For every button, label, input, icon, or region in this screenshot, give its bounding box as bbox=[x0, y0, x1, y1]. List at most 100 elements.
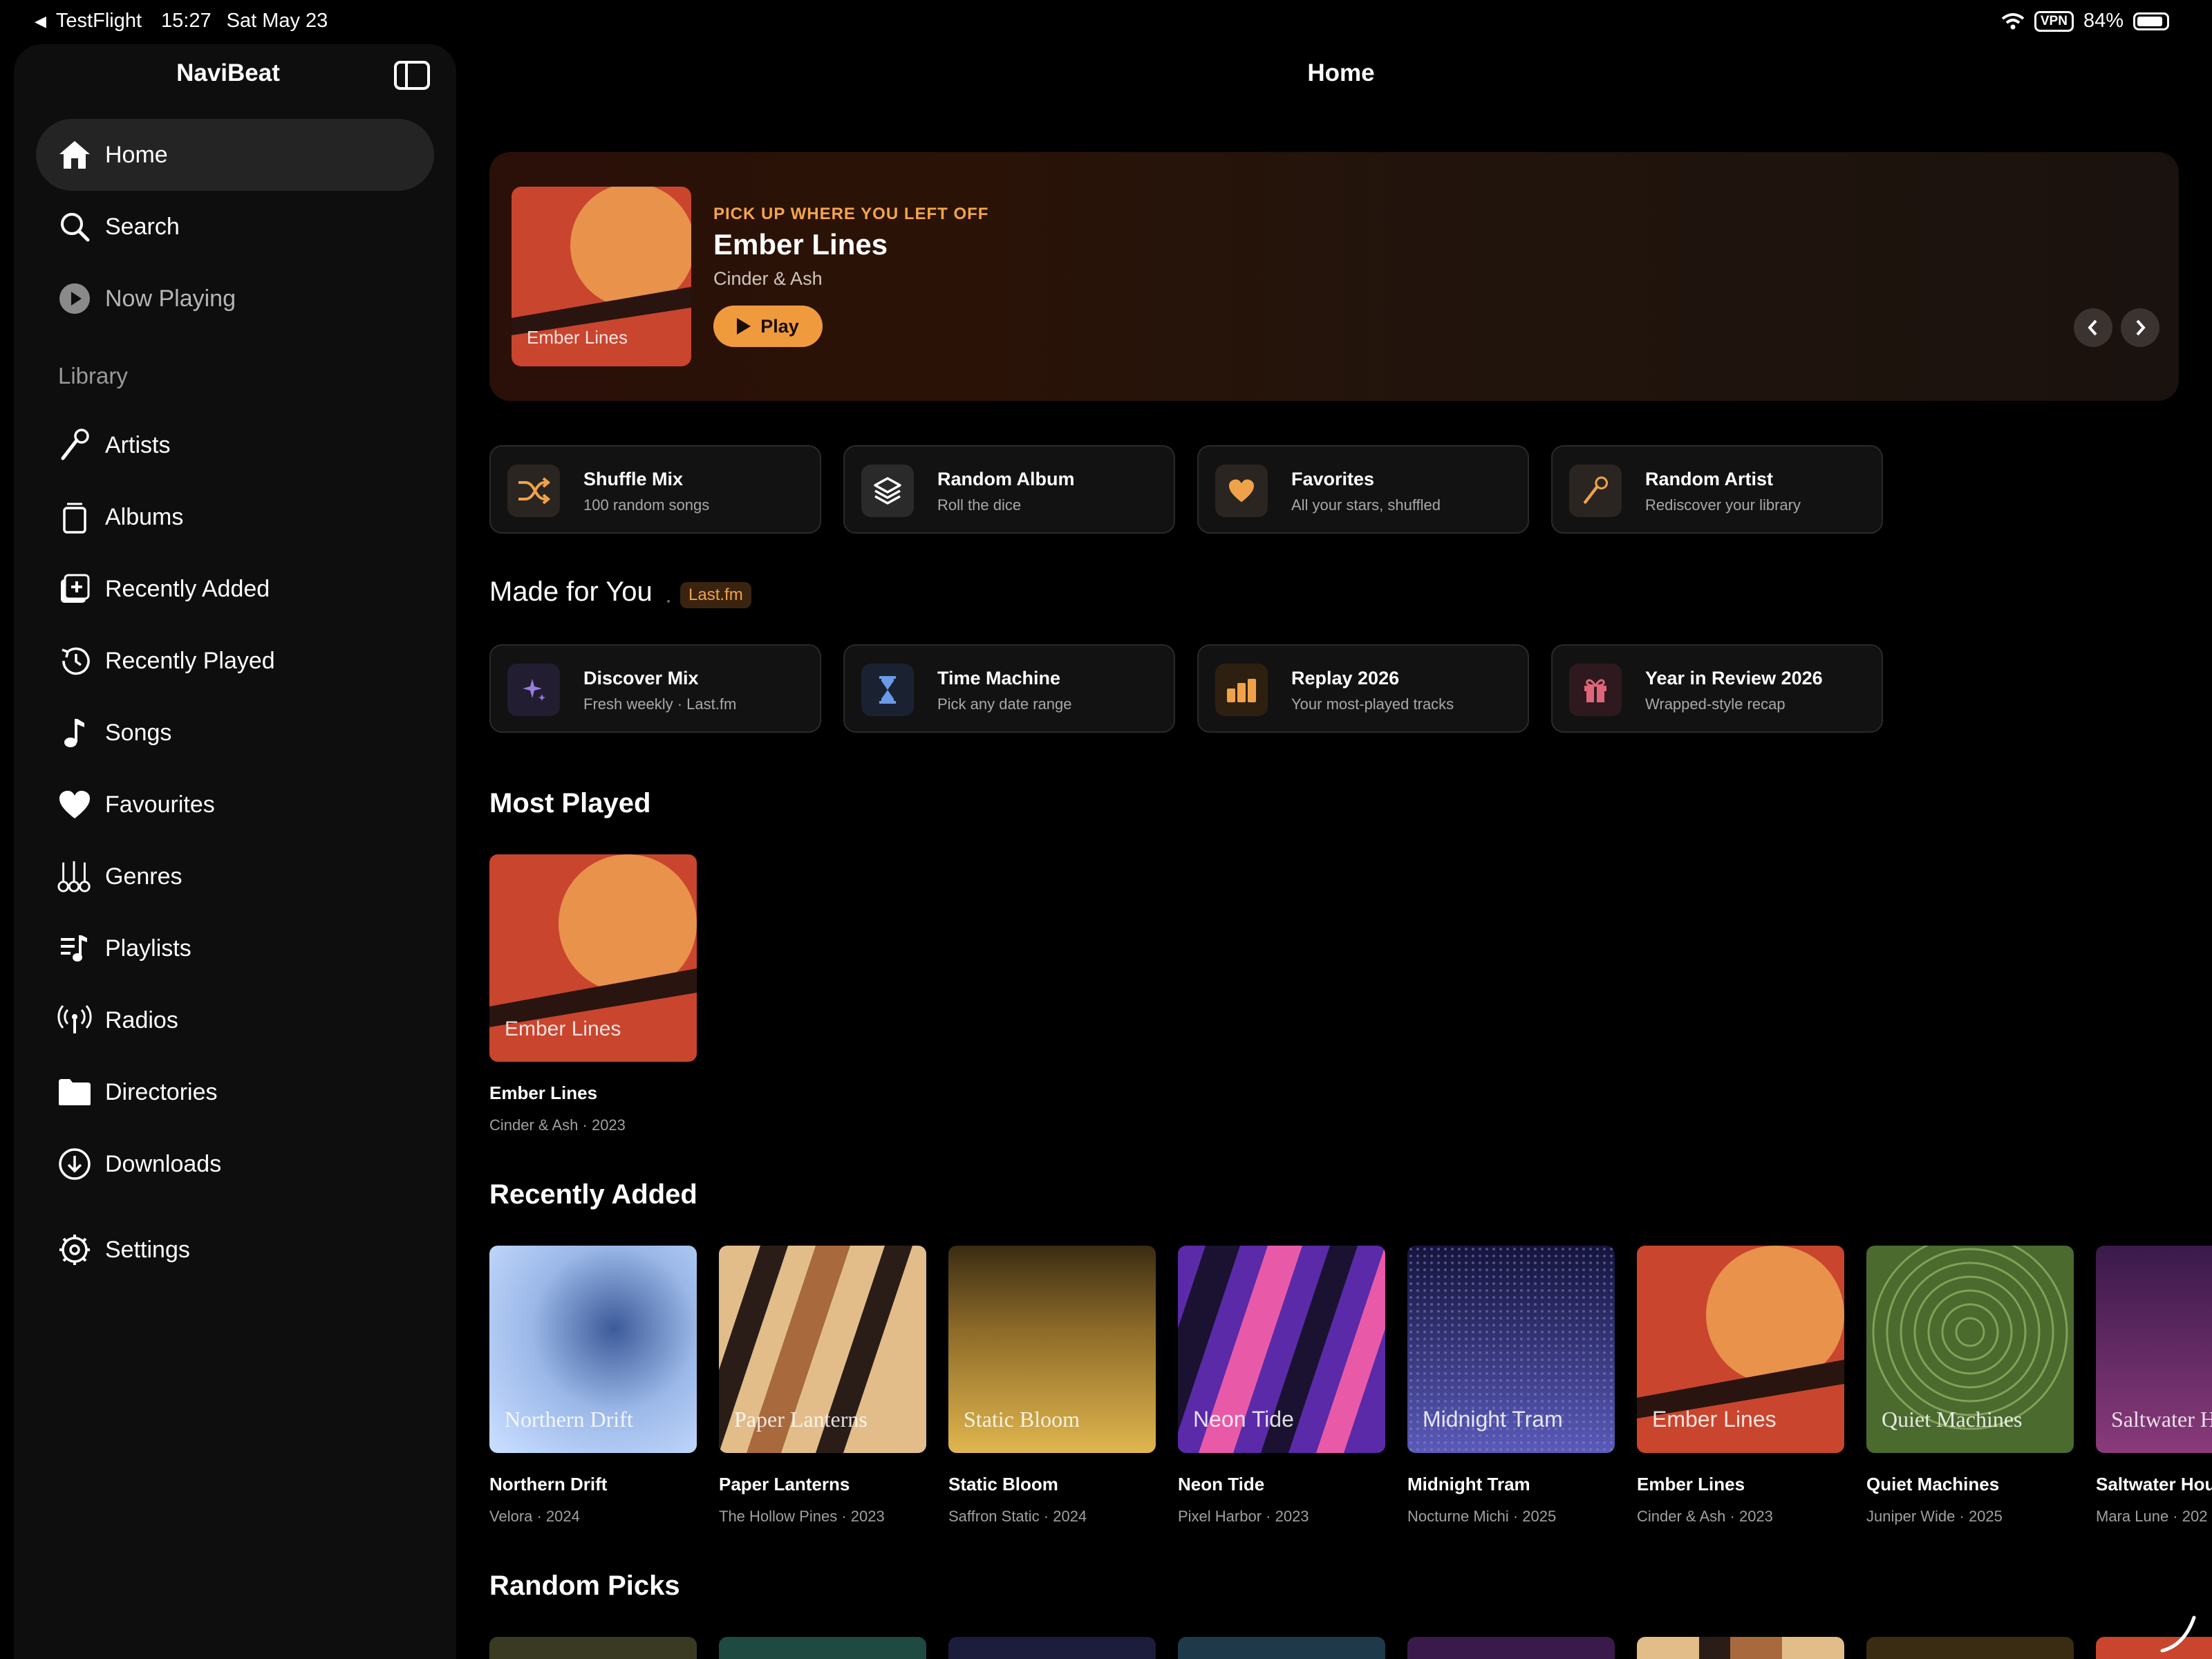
album-tile[interactable]: Static Bloom Static Bloom Saffron Static… bbox=[948, 1246, 1156, 1526]
status-time: 15:27 bbox=[161, 10, 212, 32]
sidebar-item-now-playing[interactable]: Now Playing bbox=[36, 263, 434, 335]
continue-listening-banner[interactable]: Ember Lines PICK UP WHERE YOU LEFT OFF E… bbox=[489, 152, 2179, 401]
card-subtitle: Roll the dice bbox=[937, 496, 1022, 514]
album-title: Static Bloom bbox=[948, 1474, 1058, 1494]
album-art[interactable]: Saltwater Hou bbox=[2096, 1246, 2212, 1453]
sidebar-item-recently-added[interactable]: Recently Added bbox=[36, 553, 434, 625]
gear-icon bbox=[57, 1232, 93, 1268]
album-tile[interactable]: Paper Lanterns Paper Lanterns The Hollow… bbox=[719, 1246, 926, 1526]
album-tile[interactable]: Saltwater Hou Saltwater Hou Mara Lune · … bbox=[2096, 1246, 2212, 1526]
album-subtitle: Velora · 2024 bbox=[489, 1508, 580, 1525]
sidebar-item-home[interactable]: Home bbox=[36, 119, 434, 191]
album-subtitle: Cinder & Ash · 2023 bbox=[1637, 1508, 1773, 1525]
sidebar-item-label: Artists bbox=[105, 431, 171, 458]
album-art[interactable]: Quiet Machines bbox=[1866, 1246, 2074, 1453]
sidebar-item-label: Downloads bbox=[105, 1150, 222, 1177]
album-art-label: Paper Lanterns bbox=[734, 1407, 868, 1432]
card-subtitle: Rediscover your library bbox=[1645, 496, 1801, 514]
time-machine-card[interactable]: Time Machine Pick any date range bbox=[843, 644, 1175, 733]
sidebar-item-label: Genres bbox=[105, 863, 182, 890]
album-art[interactable]: Northern Drift bbox=[489, 1246, 697, 1453]
album-title: Midnight Tram bbox=[1407, 1474, 1530, 1494]
replay-card[interactable]: Replay 2026 Your most-played tracks bbox=[1197, 644, 1529, 733]
recently-added-icon bbox=[57, 571, 93, 607]
hero-next-button[interactable] bbox=[2121, 308, 2159, 347]
card-subtitle: Your most-played tracks bbox=[1291, 695, 1454, 713]
sidebar-item-label: Home bbox=[105, 141, 168, 168]
sidebar-item-albums[interactable]: Albums bbox=[36, 481, 434, 553]
year-in-review-card[interactable]: Year in Review 2026 Wrapped-style recap bbox=[1551, 644, 1883, 733]
random-artist-card[interactable]: Random Artist Rediscover your library bbox=[1551, 445, 1883, 534]
random-album-card[interactable]: Random Album Roll the dice bbox=[843, 445, 1175, 534]
sidebar-toggle-icon[interactable] bbox=[394, 61, 430, 90]
sidebar-item-recently-played[interactable]: Recently Played bbox=[36, 625, 434, 697]
sidebar-item-label: Directories bbox=[105, 1078, 218, 1105]
discover-mix-card[interactable]: Discover Mix Fresh weekly · Last.fm bbox=[489, 644, 821, 733]
back-app-label[interactable]: TestFlight bbox=[56, 10, 142, 32]
hero-album-art[interactable]: Ember Lines bbox=[512, 187, 691, 366]
wifi-icon bbox=[2001, 12, 2025, 29]
album-art-label: Ember Lines bbox=[505, 1018, 621, 1040]
album-tile[interactable]: Ember Lines Ember Lines Cinder & Ash · 2… bbox=[489, 854, 697, 1134]
sidebar-item-genres[interactable]: Genres bbox=[36, 841, 434, 912]
back-arrow-icon[interactable]: ◀ bbox=[35, 12, 46, 30]
microphone-icon bbox=[57, 427, 93, 463]
sidebar-item-label: Now Playing bbox=[105, 285, 236, 312]
play-circle-icon bbox=[57, 281, 93, 317]
shuffle-mix-card[interactable]: Shuffle Mix 100 random songs bbox=[489, 445, 821, 534]
album-art[interactable] bbox=[1637, 1637, 1844, 1659]
album-art[interactable]: Static Bloom bbox=[948, 1246, 1156, 1453]
album-tile[interactable]: Midnight Tram Midnight Tram Nocturne Mic… bbox=[1407, 1246, 1615, 1526]
play-icon bbox=[737, 318, 751, 335]
album-art[interactable]: Ember Lines bbox=[1637, 1246, 1844, 1453]
play-button[interactable]: Play bbox=[713, 306, 823, 347]
album-art[interactable]: Midnight Tram bbox=[1407, 1246, 1615, 1453]
album-art[interactable] bbox=[489, 1637, 697, 1659]
music-note-icon bbox=[57, 715, 93, 751]
album-art-label: Quiet Machines bbox=[1882, 1407, 2023, 1432]
hero-title: Ember Lines bbox=[713, 228, 888, 261]
album-title: Neon Tide bbox=[1178, 1474, 1265, 1494]
hero-prev-button[interactable] bbox=[2074, 308, 2112, 347]
sidebar-item-directories[interactable]: Directories bbox=[36, 1056, 434, 1128]
album-subtitle: The Hollow Pines · 2023 bbox=[719, 1508, 885, 1525]
favorites-card[interactable]: Favorites All your stars, shuffled bbox=[1197, 445, 1529, 534]
album-art[interactable]: Ember Lines bbox=[489, 854, 697, 1062]
sidebar-item-artists[interactable]: Artists bbox=[36, 409, 434, 481]
album-tile[interactable]: Quiet Machines Quiet Machines Juniper Wi… bbox=[1866, 1246, 2074, 1526]
most-played-title: Most Played bbox=[489, 788, 651, 818]
sidebar-item-downloads[interactable]: Downloads bbox=[36, 1128, 434, 1200]
album-art-label: Ember Lines bbox=[1652, 1407, 1777, 1432]
album-art[interactable] bbox=[1866, 1637, 2074, 1659]
house-icon bbox=[57, 137, 93, 173]
album-art[interactable] bbox=[1178, 1637, 1385, 1659]
album-tile[interactable]: Neon Tide Neon Tide Pixel Harbor · 2023 bbox=[1178, 1246, 1385, 1526]
sidebar-item-search[interactable]: Search bbox=[36, 191, 434, 263]
bar-chart-icon bbox=[1215, 664, 1268, 716]
album-title: Paper Lanterns bbox=[719, 1474, 850, 1494]
corner-handle-icon[interactable] bbox=[2157, 1612, 2198, 1653]
album-art[interactable] bbox=[948, 1637, 1156, 1659]
album-art-label: Neon Tide bbox=[1193, 1407, 1294, 1432]
playlist-icon bbox=[57, 930, 93, 966]
album-title: Quiet Machines bbox=[1866, 1474, 2000, 1494]
library-heading: Library bbox=[58, 363, 128, 388]
album-art[interactable]: Paper Lanterns bbox=[719, 1246, 926, 1453]
album-subtitle: Pixel Harbor · 2023 bbox=[1178, 1508, 1309, 1525]
album-art[interactable]: Neon Tide bbox=[1178, 1246, 1385, 1453]
card-title: Favorites bbox=[1291, 469, 1375, 489]
sidebar-item-favourites[interactable]: Favourites bbox=[36, 769, 434, 841]
album-tile[interactable]: Ember Lines Ember Lines Cinder & Ash · 2… bbox=[1637, 1246, 1844, 1526]
recently-added-title: Recently Added bbox=[489, 1179, 697, 1210]
folder-icon bbox=[57, 1074, 93, 1110]
album-title: Ember Lines bbox=[1637, 1474, 1745, 1494]
sidebar-item-songs[interactable]: Songs bbox=[36, 697, 434, 769]
sidebar-item-radios[interactable]: Radios bbox=[36, 984, 434, 1056]
album-art[interactable] bbox=[719, 1637, 926, 1659]
sidebar-item-settings[interactable]: Settings bbox=[36, 1214, 434, 1286]
album-tile[interactable]: Northern Drift Northern Drift Velora · 2… bbox=[489, 1246, 697, 1526]
album-art[interactable] bbox=[1407, 1637, 1615, 1659]
sidebar-item-playlists[interactable]: Playlists bbox=[36, 912, 434, 984]
app-title: NaviBeat bbox=[176, 59, 280, 86]
card-subtitle: All your stars, shuffled bbox=[1291, 496, 1441, 514]
